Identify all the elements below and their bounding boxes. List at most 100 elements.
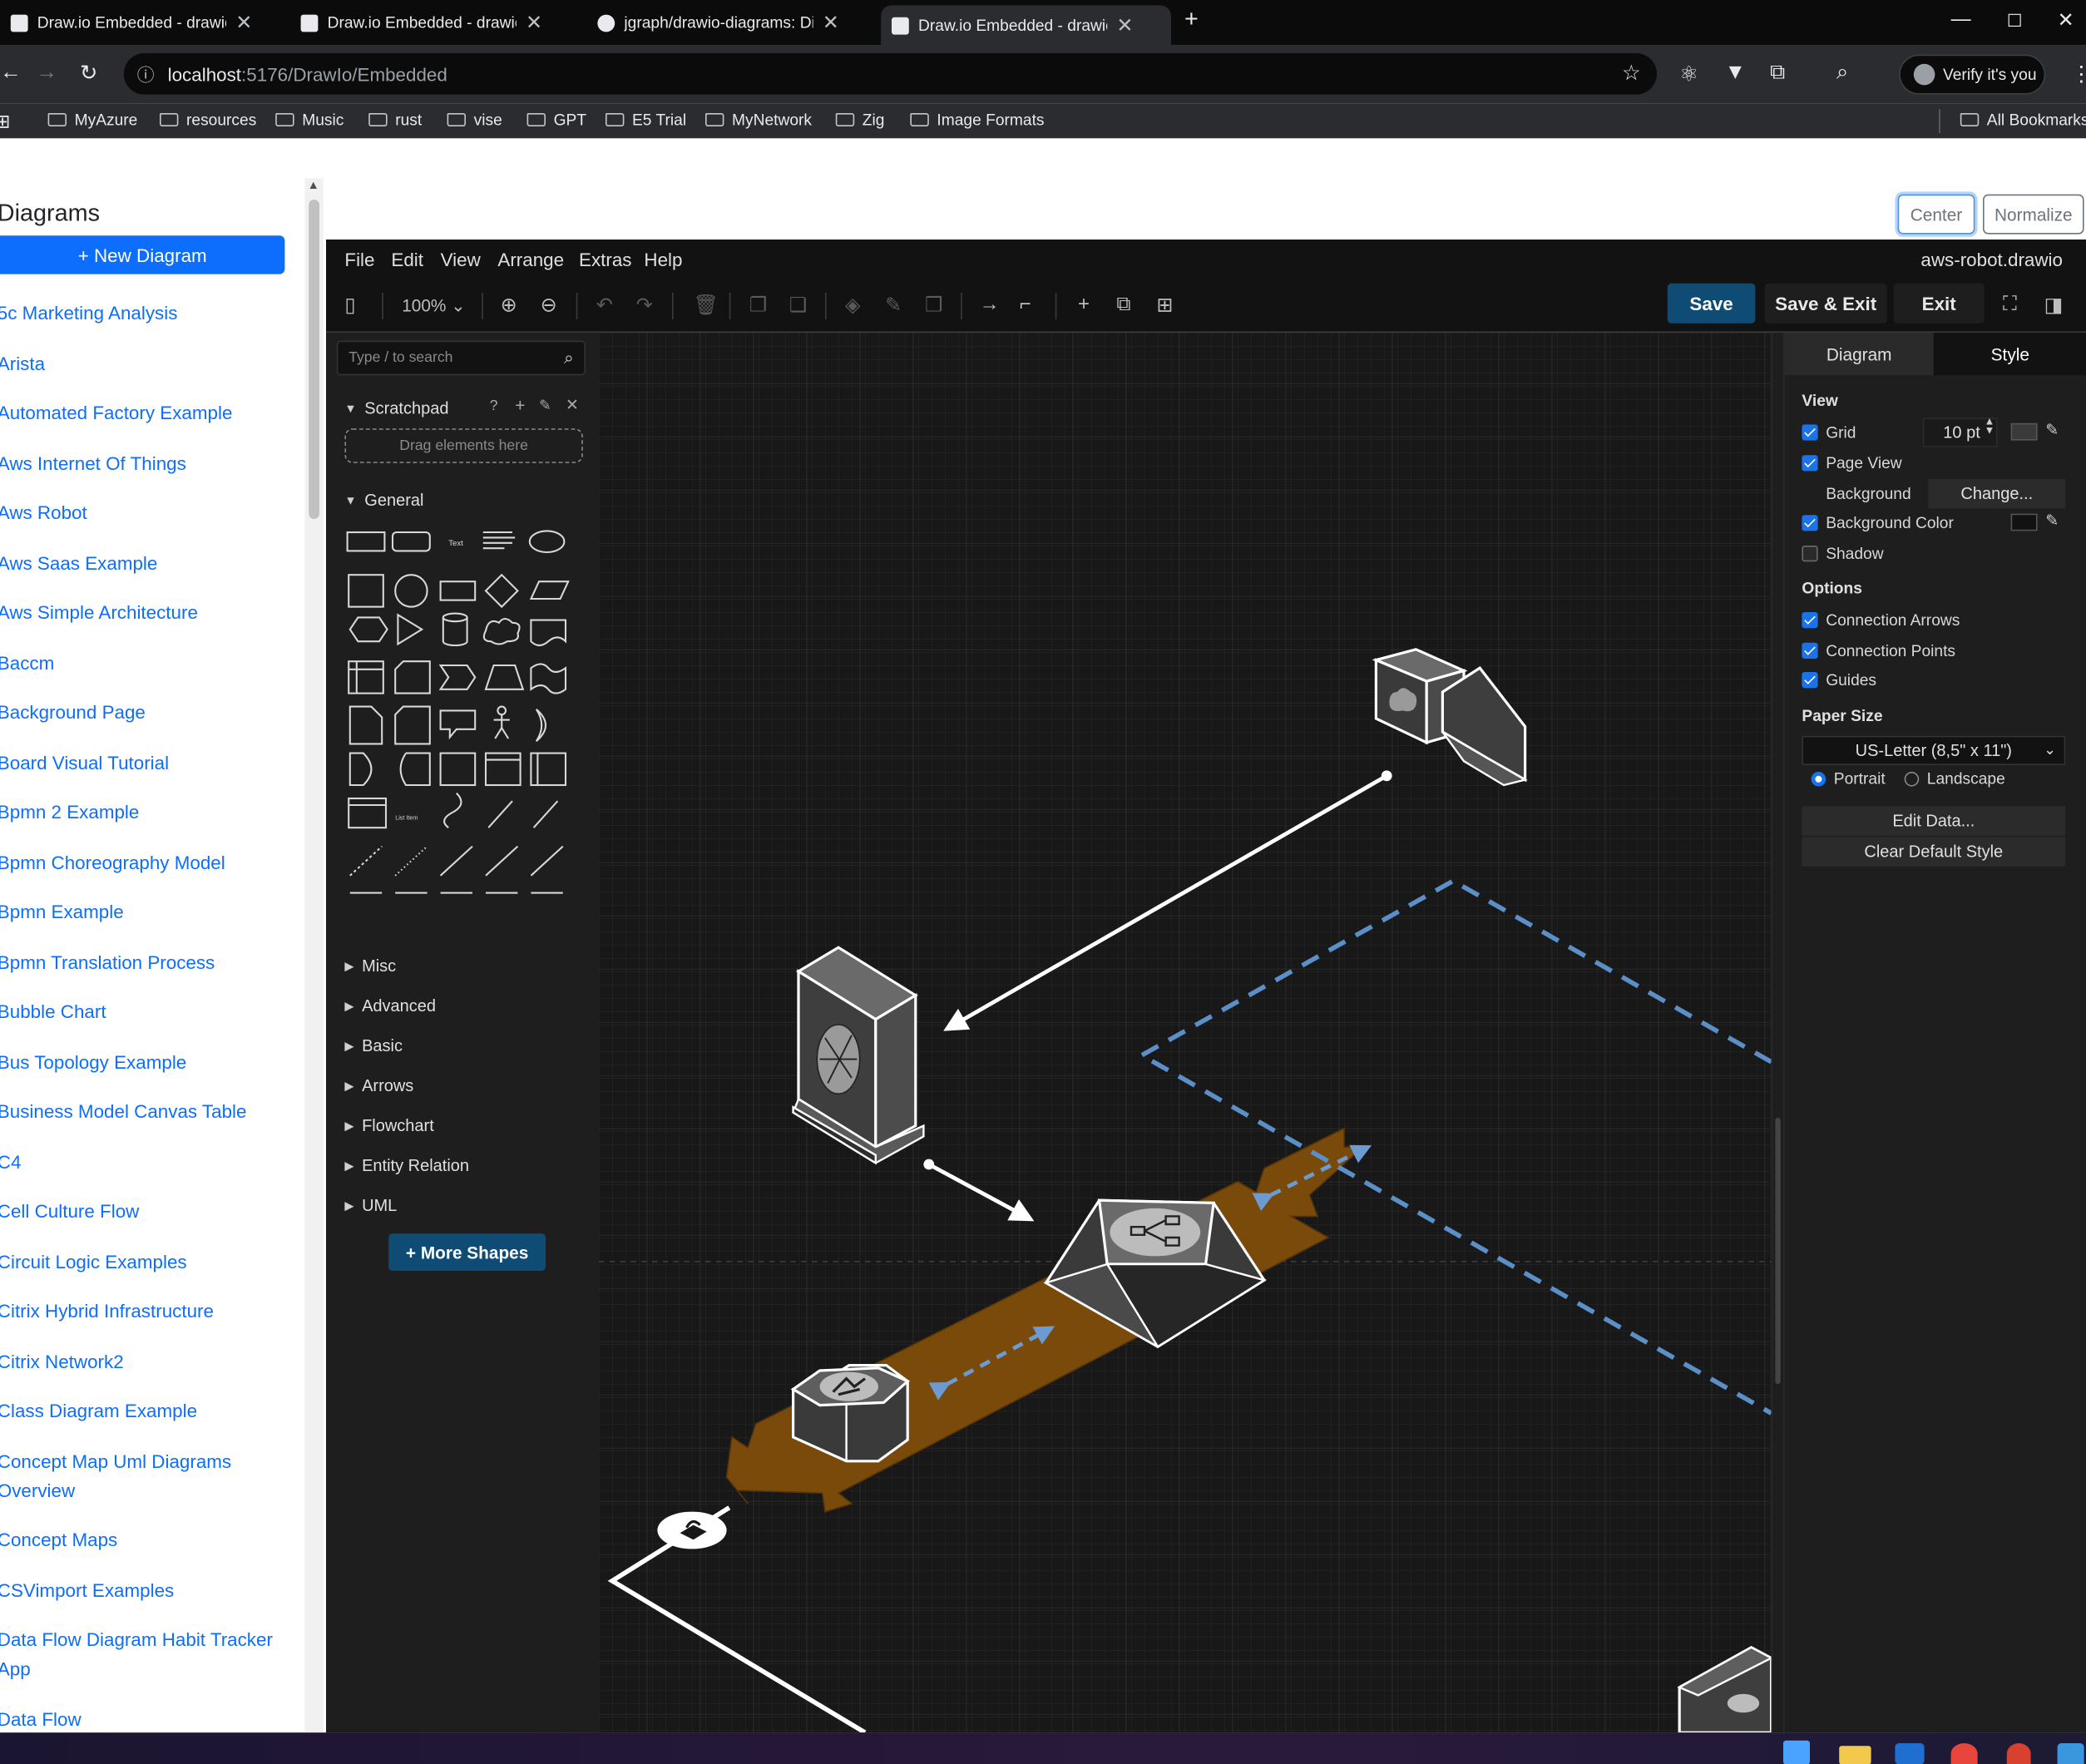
exit-button[interactable]: Exit [1893,283,1985,324]
more-shapes-button[interactable]: + More Shapes [388,1233,546,1271]
grid-color-picker-icon[interactable]: ✎ [2045,421,2059,439]
scrollbar-thumb[interactable] [309,200,319,519]
close-tab-icon[interactable]: ✕ [235,11,252,35]
edit-icon[interactable]: ✎ [539,397,551,413]
page-view-checkbox[interactable] [1802,455,1818,472]
browser-tab[interactable]: jgraph/drawio-diagrams: Diagra ✕ [587,5,877,40]
diagram-link[interactable]: Automated Factory Example [0,398,298,427]
zoom-select[interactable]: 100% ⌄ [402,295,465,317]
fill-color-icon[interactable]: ◈ [845,293,860,317]
close-tab-icon[interactable]: ✕ [1116,13,1133,37]
url-input[interactable]: ⓘ localhost:5176/DrawIo/Embedded ☆ [123,53,1657,95]
close-tab-icon[interactable]: ✕ [823,11,839,35]
grid-size-stepper-icon[interactable]: ▲ ▼ [1985,416,1995,436]
background-color-option[interactable]: Background Color [1802,514,1954,532]
diagram-link[interactable]: Circuit Logic Examples [0,1246,298,1275]
portrait-radio[interactable] [1811,771,1826,786]
connection-points-checkbox[interactable] [1802,642,1818,659]
uml-section-header[interactable]: ▶ UML [344,1196,397,1214]
diagram-link[interactable]: Aws Robot [0,497,298,526]
line-color-icon[interactable]: ✎ [885,293,902,317]
bookmark-folder[interactable]: MyNetwork [705,111,812,129]
landscape-radio[interactable] [1904,771,1920,786]
window-close-icon[interactable]: ✕ [2058,8,2074,32]
diagram-link[interactable]: Data Flow Diagram Habit Tracker App [0,1625,298,1683]
tab-style[interactable]: Style [1933,333,2086,376]
general-header[interactable]: ▼ General [344,491,423,509]
outlook-icon[interactable] [1895,1743,1925,1764]
undo-icon[interactable]: ↶ [596,293,613,317]
insert-icon[interactable]: + [1078,293,1090,315]
menu-view[interactable]: View [441,249,481,270]
diagram-link[interactable]: Background Page [0,697,298,726]
diagram-link[interactable]: Citrix Hybrid Infrastructure [0,1296,298,1325]
browser-tab[interactable]: Draw.io Embedded - drawiomv ✕ [290,5,583,40]
fullscreen-icon[interactable]: ⛶ [2003,293,2017,315]
diagram-link[interactable]: Citrix Network2 [0,1346,298,1375]
shapes-icon[interactable]: ⧉ [1116,293,1130,315]
guides-checkbox[interactable] [1802,672,1818,689]
canvas-scrollbar-thumb[interactable] [1775,1118,1781,1384]
diagram-link[interactable]: Concept Maps [0,1525,298,1554]
bookmark-folder[interactable]: GPT [526,111,586,129]
portrait-option[interactable]: Portrait [1811,769,1886,788]
scratchpad-dropzone[interactable]: Drag elements here [344,428,583,463]
paper-size-select[interactable]: US-Letter (8,5" x 11") ⌄ [1802,735,2066,765]
bookmark-folder[interactable]: Image Formats [910,111,1045,129]
diagram-link[interactable]: Bubble Chart [0,996,298,1025]
diagram-link[interactable]: Concept Map Uml Diagrams Overview [0,1445,298,1504]
bookmark-folder[interactable]: vise [447,111,502,129]
waypoints-icon[interactable]: ⌐ [1020,293,1031,315]
menu-arrange[interactable]: Arrange [497,249,564,270]
diagram-link[interactable]: CSVimport Examples [0,1575,298,1604]
forward-icon[interactable]: → [36,62,57,86]
browser-menu-icon[interactable]: ⋮ [2071,62,2086,88]
menu-help[interactable]: Help [644,249,682,270]
diagram-link[interactable]: Bus Topology Example [0,1046,298,1075]
format-panel-toggle-icon[interactable]: ▯ [344,293,355,317]
connection-arrows-checkbox[interactable] [1802,612,1818,629]
diagram-link[interactable]: Bpmn Choreography Model [0,847,298,876]
bookmark-folder[interactable]: MyAzure [47,111,137,129]
back-icon[interactable]: ← [0,62,22,86]
all-bookmarks-folder[interactable]: All Bookmarks [1960,111,2086,129]
scratchpad-header[interactable]: ▼ Scratchpad [344,399,448,418]
arrows-section-header[interactable]: ▶ Arrows [344,1076,413,1094]
diagram-link[interactable]: Aws Saas Example [0,547,298,576]
new-tab-icon[interactable]: + [1184,5,1199,33]
diagram-link[interactable]: Business Model Canvas Table [0,1096,298,1125]
delete-icon[interactable]: 🗑 [694,293,719,317]
extensions-puzzle-icon[interactable]: ⧉ [1770,62,1785,86]
search-icon[interactable]: ⌕ [564,348,574,369]
site-info-icon[interactable]: ⓘ [137,62,155,86]
help-icon[interactable]: ? [490,398,498,413]
profile-button[interactable]: Verify it's you [1899,54,2046,95]
shadow-checkbox[interactable] [1802,546,1818,562]
advanced-section-header[interactable]: ▶ Advanced [344,996,436,1015]
page-view-option[interactable]: Page View [1802,454,1902,472]
diagram-link[interactable]: Aws Simple Architecture [0,597,298,626]
background-color-checkbox[interactable] [1802,515,1818,531]
bookmark-star-icon[interactable]: ☆ [1622,60,1641,86]
diagram-link[interactable]: Cell Culture Flow [0,1196,298,1225]
flowchart-section-header[interactable]: ▶ Flowchart [344,1116,433,1134]
reload-icon[interactable]: ↻ [80,60,97,86]
windows-start-icon[interactable] [1783,1740,1810,1764]
zoom-out-icon[interactable]: ⊖ [541,293,557,317]
shape-search-input[interactable]: Type / to search ⌕ [336,340,586,376]
menu-edit[interactable]: Edit [391,249,423,270]
bookmark-folder[interactable]: E5 Trial [606,111,686,129]
browser-tab[interactable]: Draw.io Embedded - drawiomv ✕ [0,5,286,40]
maximize-icon[interactable]: ☐ [2007,11,2023,32]
diagram-link[interactable]: Bpmn 2 Example [0,797,298,826]
file-explorer-icon[interactable] [1839,1746,1871,1764]
to-back-icon[interactable]: ❏ [789,293,808,317]
collapse-panel-icon[interactable]: ◨ [2044,293,2064,317]
guides-option[interactable]: Guides [1802,670,1876,689]
diagram-link[interactable]: C4 [0,1146,298,1175]
new-diagram-button[interactable]: + New Diagram [0,235,285,274]
grid-color-swatch[interactable] [2010,422,2038,441]
background-color-picker-icon[interactable]: ✎ [2045,511,2059,529]
shadow-option[interactable]: Shadow [1802,544,1884,563]
menu-extras[interactable]: Extras [579,249,632,270]
